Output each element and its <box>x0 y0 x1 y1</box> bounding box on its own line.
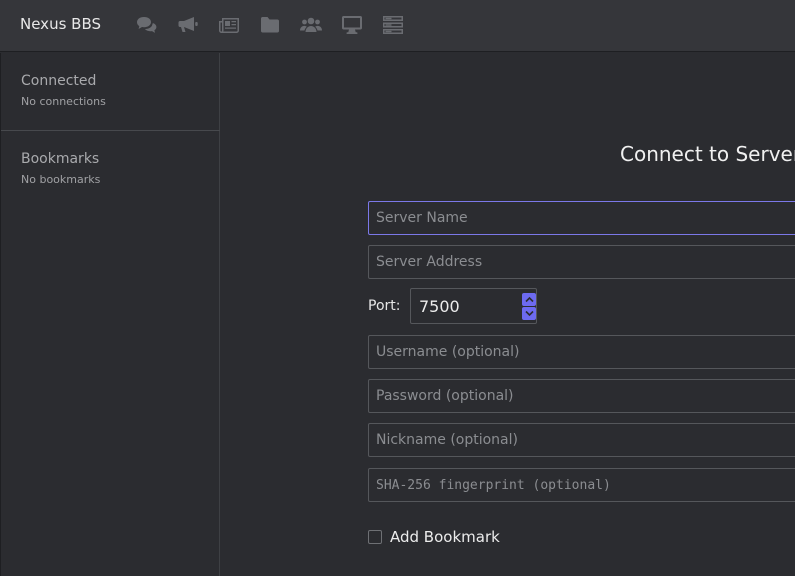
add-bookmark-checkbox[interactable] <box>368 530 382 544</box>
chevron-up-icon <box>524 296 534 303</box>
newspaper-icon[interactable] <box>216 13 257 37</box>
port-stepper[interactable]: 7500 <box>410 288 537 324</box>
chat-icon[interactable] <box>134 13 175 37</box>
port-decrement-button[interactable] <box>522 307 536 320</box>
chevron-down-icon <box>524 310 534 317</box>
toolbar <box>134 13 421 37</box>
port-label: Port: <box>368 298 401 314</box>
port-spin-buttons <box>522 293 536 321</box>
sidebar: Connected No connections Bookmarks No bo… <box>0 53 220 576</box>
username-input[interactable] <box>368 335 795 369</box>
top-bar: Nexus BBS <box>0 0 795 52</box>
port-increment-button[interactable] <box>522 293 536 306</box>
add-bookmark-label[interactable]: Add Bookmark <box>390 528 500 546</box>
page-title: Connect to Server <box>620 142 795 166</box>
app-title: Nexus BBS <box>20 15 101 33</box>
connected-heading: Connected <box>21 73 97 89</box>
password-input[interactable] <box>368 379 795 413</box>
server-name-input[interactable] <box>368 201 795 235</box>
folder-icon[interactable] <box>257 13 298 37</box>
port-value[interactable]: 7500 <box>419 297 460 316</box>
bookmarks-section: Bookmarks No bookmarks <box>21 151 100 186</box>
server-icon[interactable] <box>380 13 421 37</box>
fingerprint-input[interactable] <box>368 468 795 502</box>
monitor-icon[interactable] <box>339 13 380 37</box>
bookmarks-heading: Bookmarks <box>21 151 100 167</box>
no-connections-text: No connections <box>21 95 106 108</box>
megaphone-icon[interactable] <box>175 13 216 37</box>
server-address-input[interactable] <box>368 245 795 279</box>
no-bookmarks-text: No bookmarks <box>21 173 101 186</box>
connected-section: Connected No connections <box>21 73 106 108</box>
users-icon[interactable] <box>298 13 339 37</box>
connect-panel: Connect to Server Port: 7500 Add Bookmar… <box>220 53 795 576</box>
nickname-input[interactable] <box>368 423 795 457</box>
sidebar-divider <box>1 130 220 131</box>
